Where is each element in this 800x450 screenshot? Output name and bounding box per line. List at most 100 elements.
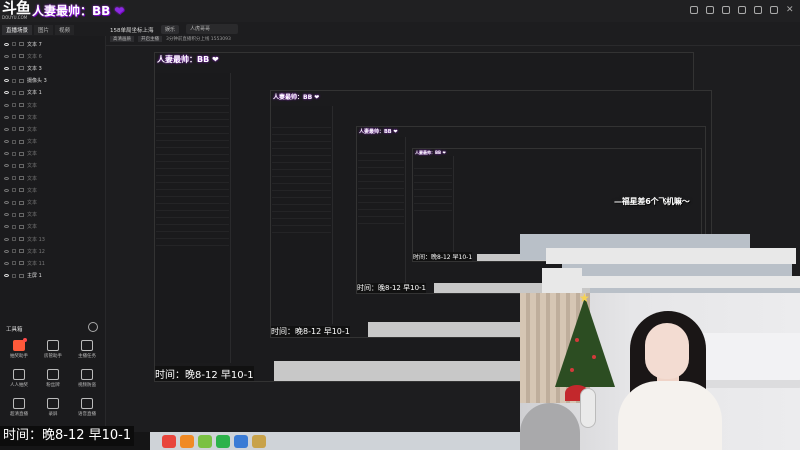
scene-item[interactable]: 文本	[0, 123, 106, 135]
lock-icon[interactable]	[12, 115, 16, 120]
tool-icon[interactable]	[47, 369, 59, 380]
scene-item[interactable]: 文本 1	[0, 87, 106, 99]
lock-icon[interactable]	[12, 54, 16, 59]
scene-item[interactable]: 文本	[0, 160, 106, 172]
scene-item[interactable]: 文本	[0, 221, 106, 233]
tool-item[interactable]: 录屏	[36, 398, 70, 417]
lock-icon[interactable]	[12, 139, 16, 144]
eye-icon[interactable]	[4, 237, 9, 241]
eye-icon[interactable]	[4, 140, 9, 144]
eye-icon[interactable]	[4, 188, 9, 192]
settings-icon[interactable]	[706, 6, 714, 14]
tool-icon[interactable]	[13, 369, 25, 380]
eye-icon[interactable]	[4, 225, 9, 229]
wechat-icon[interactable]	[216, 434, 230, 448]
scene-item[interactable]: 文本 11	[0, 257, 106, 269]
tool-item[interactable]: 房管助手	[36, 340, 70, 359]
scene-item[interactable]: 文本	[0, 209, 106, 221]
lock-icon[interactable]	[12, 78, 16, 83]
scene-item[interactable]: 文本	[0, 196, 106, 208]
eye-icon[interactable]	[4, 213, 9, 217]
room-name-input[interactable]: 人虎哥哥	[186, 24, 238, 34]
lock-icon[interactable]	[12, 237, 16, 242]
tool-item[interactable]: 视频防盗	[70, 369, 104, 388]
eye-icon[interactable]	[4, 127, 9, 131]
lock-icon[interactable]	[12, 261, 16, 266]
scene-item[interactable]: 文本	[0, 148, 106, 160]
tab-videos[interactable]: 视频	[55, 25, 75, 35]
tool-item[interactable]: 抽奖助手	[2, 338, 36, 359]
eye-icon[interactable]	[4, 274, 9, 278]
scene-item[interactable]: 文本	[0, 172, 106, 184]
message-icon[interactable]	[722, 6, 730, 14]
eye-icon[interactable]	[4, 201, 9, 205]
tool-icon[interactable]	[13, 398, 25, 409]
maximize-icon[interactable]	[770, 6, 778, 14]
scene-item[interactable]: 文本	[0, 99, 106, 111]
category-pill[interactable]: 娱乐	[161, 25, 180, 34]
tool-item[interactable]: 超清直播	[2, 398, 36, 417]
scene-item[interactable]: 文本	[0, 136, 106, 148]
lock-icon[interactable]	[12, 90, 16, 95]
tool-item[interactable]: 主播任务	[70, 340, 104, 359]
lock-icon[interactable]	[12, 176, 16, 181]
app-gold-icon[interactable]	[252, 434, 266, 448]
app-green-icon[interactable]	[198, 434, 212, 448]
scene-item[interactable]: 文本 3	[0, 62, 106, 74]
scene-item[interactable]: 文本 13	[0, 233, 106, 245]
lock-icon[interactable]	[12, 249, 16, 254]
scene-item[interactable]: 文本 7	[0, 38, 106, 50]
scene-item[interactable]: 摄像头 3	[0, 75, 106, 87]
eye-icon[interactable]	[4, 42, 9, 46]
anchor-badge[interactable]: 开启主播	[138, 36, 162, 42]
lock-icon[interactable]	[12, 212, 16, 217]
eye-icon[interactable]	[4, 249, 9, 253]
eye-icon[interactable]	[4, 91, 9, 95]
scene-item[interactable]: 文本	[0, 184, 106, 196]
tab-images[interactable]: 图片	[34, 25, 54, 35]
eye-icon[interactable]	[4, 103, 9, 107]
lock-icon[interactable]	[12, 103, 16, 108]
lock-icon[interactable]	[12, 273, 16, 278]
tool-item[interactable]: 粉丝牌	[36, 369, 70, 388]
scene-item[interactable]: 文本 12	[0, 245, 106, 257]
eye-icon[interactable]	[4, 115, 9, 119]
scene-item[interactable]: 主屏 1	[0, 270, 106, 282]
tool-icon[interactable]	[13, 338, 27, 351]
lock-icon[interactable]	[12, 188, 16, 193]
lock-icon[interactable]	[12, 200, 16, 205]
scene-item[interactable]: 文本 6	[0, 50, 106, 62]
lock-icon[interactable]	[12, 42, 16, 47]
tool-icon[interactable]	[81, 398, 93, 409]
lock-icon[interactable]	[12, 151, 16, 156]
menu-icon[interactable]	[738, 6, 746, 14]
eye-icon[interactable]	[4, 152, 9, 156]
tool-icon[interactable]	[81, 340, 93, 351]
tool-icon[interactable]	[47, 340, 59, 351]
eye-icon[interactable]	[4, 79, 9, 83]
tool-icon[interactable]	[47, 398, 59, 409]
clock-icon[interactable]	[88, 322, 98, 332]
close-icon[interactable]: ✕	[786, 6, 794, 15]
tab-scenes[interactable]: 直播场景	[2, 25, 33, 35]
lock-icon[interactable]	[12, 66, 16, 71]
eye-icon[interactable]	[4, 164, 9, 168]
scene-item[interactable]: 文本	[0, 111, 106, 123]
eye-icon[interactable]	[4, 54, 9, 58]
tool-item[interactable]: 语音直播	[70, 398, 104, 417]
chrome-icon[interactable]	[162, 434, 176, 448]
tool-item[interactable]: 人人抽奖	[2, 369, 36, 388]
lock-icon[interactable]	[12, 163, 16, 168]
eye-icon[interactable]	[4, 261, 9, 265]
tool-icon[interactable]	[81, 369, 93, 380]
skin-icon[interactable]	[690, 6, 698, 14]
lock-icon[interactable]	[12, 224, 16, 229]
app-orange-icon[interactable]	[180, 434, 194, 448]
lock-icon[interactable]	[12, 127, 16, 132]
eye-icon[interactable]	[4, 176, 9, 180]
source-icon	[19, 176, 24, 181]
quality-badge[interactable]: 高清画质	[110, 36, 134, 42]
app-round-icon[interactable]	[234, 434, 248, 448]
eye-icon[interactable]	[4, 66, 9, 70]
minimize-icon[interactable]	[754, 6, 762, 14]
